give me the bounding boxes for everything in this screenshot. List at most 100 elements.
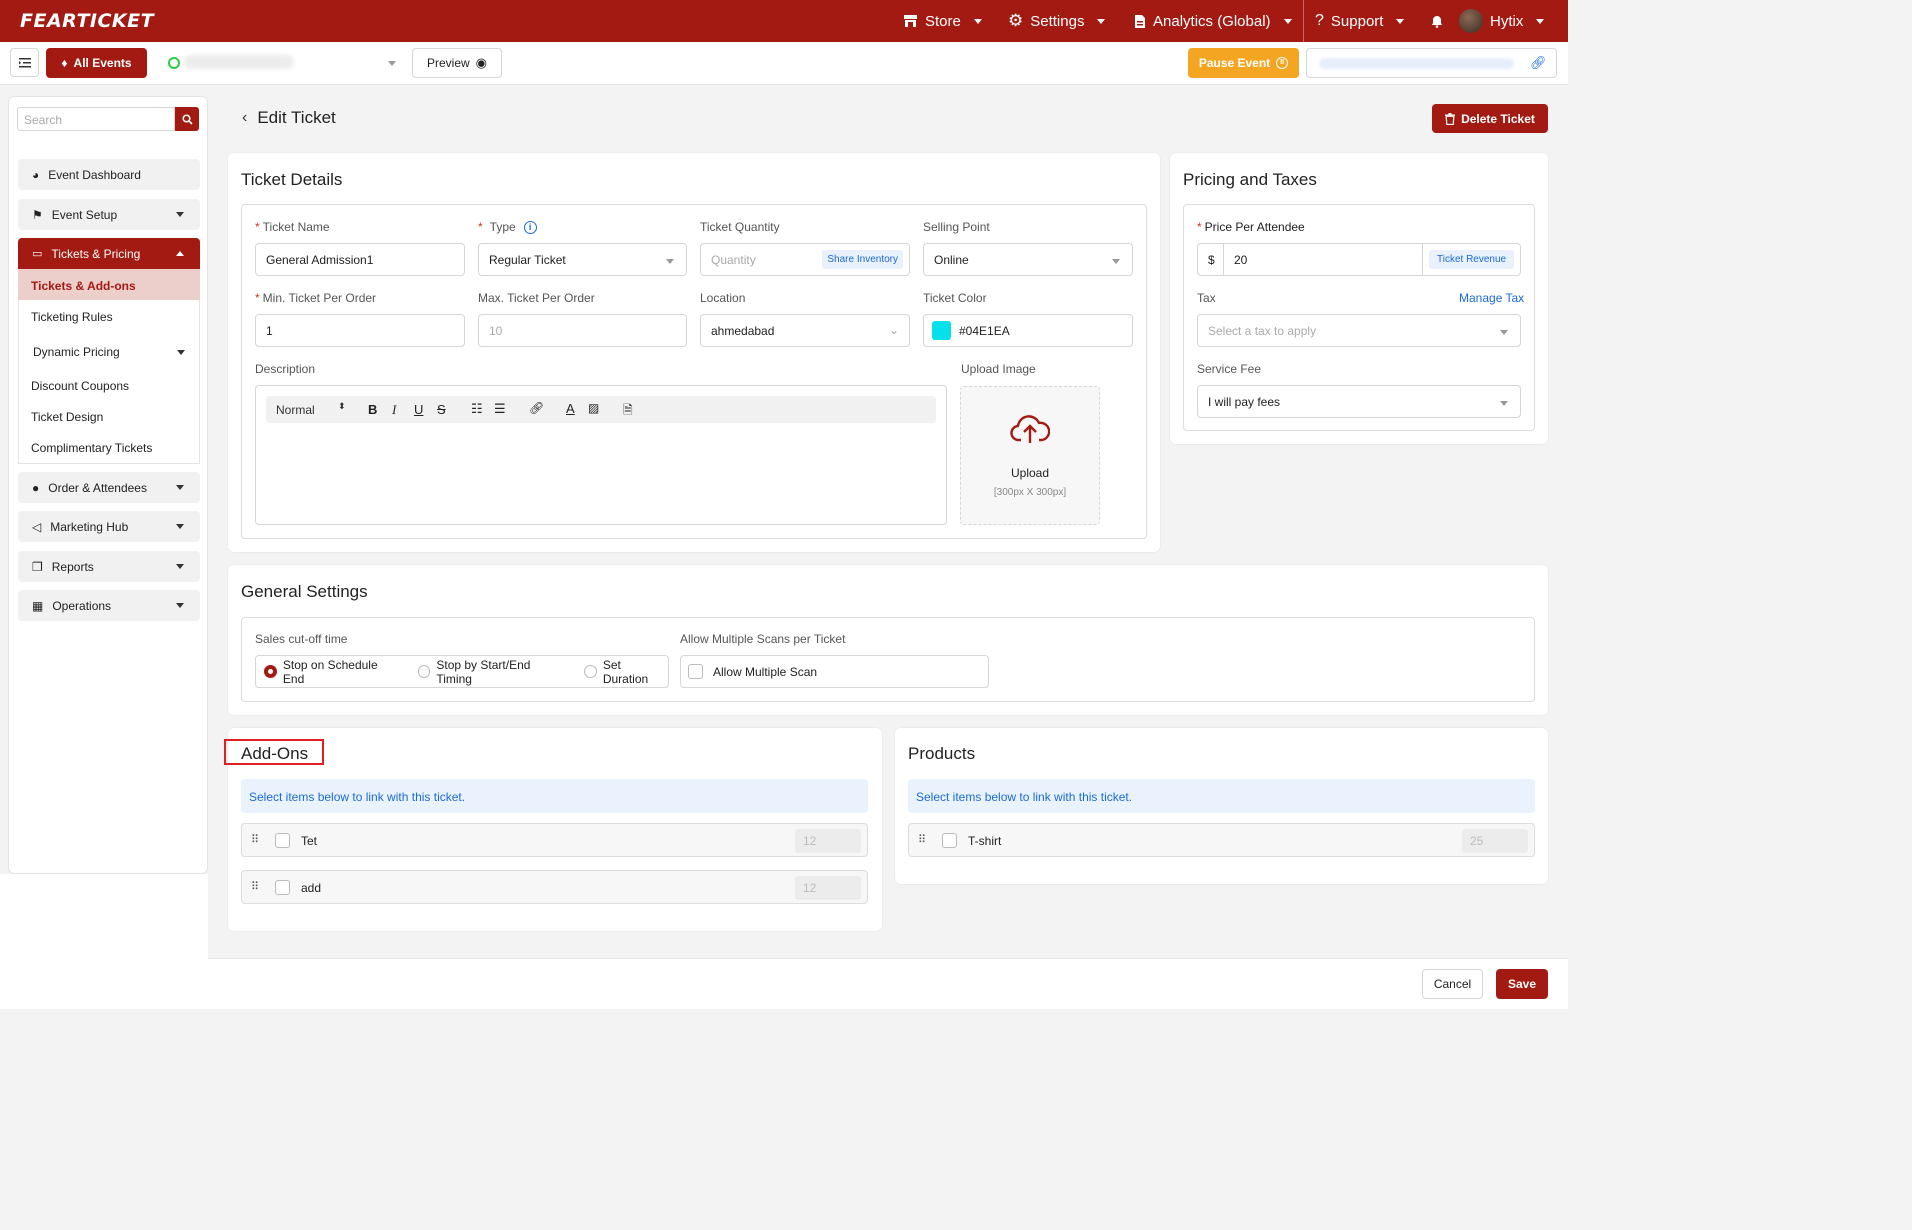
background-color-icon[interactable]: ▨ [588,401,599,415]
chevron-down-icon: ⌄ [888,323,899,337]
italic-icon[interactable]: I [392,402,396,418]
type-select[interactable]: Regular Ticket [478,243,687,276]
pause-event-button[interactable]: Pause Event II [1188,48,1299,78]
multi-scan-option[interactable]: Allow Multiple Scan [680,655,989,688]
sidebar-item-marketing-hub[interactable]: ◁ Marketing Hub [18,511,200,542]
event-selector-value[interactable] [184,55,294,69]
sidebar-toggle-button[interactable] [10,48,39,77]
radio-stop-on-schedule-end[interactable] [264,665,277,678]
save-button[interactable]: Save [1496,969,1548,999]
all-events-button[interactable]: ♦ All Events [46,48,147,78]
nav-analytics[interactable]: Analytics (Global) [1134,0,1292,42]
ticket-revenue-button[interactable]: Ticket Revenue [1429,250,1515,269]
list-item[interactable]: ⠿ Tet 12 [241,823,868,857]
drag-handle-icon[interactable]: ⠿ [251,833,259,846]
nav-store[interactable]: Store [903,0,982,42]
sidebar-item-operations[interactable]: ▦ Operations [18,590,200,621]
format-select-arrows-icon[interactable]: ⬍ [338,401,346,412]
strikethrough-icon[interactable]: S [437,402,446,417]
ticket-color-input[interactable]: #04E1EA [923,314,1133,347]
back-arrow-icon[interactable]: ‹ [242,109,247,127]
upload-dropzone[interactable]: Upload [300px X 300px] [960,386,1100,525]
bold-icon[interactable]: B [368,402,377,417]
eye-icon: ◉ [475,55,488,70]
service-fee-select[interactable]: I will pay fees [1197,385,1521,418]
sidebar-subitem-complimentary-tickets[interactable]: Complimentary Tickets [31,441,152,455]
ordered-list-icon[interactable]: ☷ [471,401,483,417]
list-item[interactable]: ⠿ T-shirt 25 [908,823,1535,857]
nav-support[interactable]: ? Support [1315,0,1405,42]
cancel-button[interactable]: Cancel [1422,969,1483,999]
product-checkbox[interactable] [942,833,957,848]
event-toolbar: ♦ All Events Preview ◉ Pause Event II 🔗︎ [0,42,1568,85]
brand-logo[interactable]: FEARTICKET [20,10,154,32]
trash-icon [1445,112,1456,125]
format-select[interactable]: Normal [276,403,315,417]
manage-tax-link[interactable]: Manage Tax [1459,291,1524,305]
sidebar-bottom-blank [0,874,208,1009]
drag-handle-icon[interactable]: ⠿ [918,833,926,846]
radio-set-duration[interactable] [584,665,597,678]
share-inventory-button[interactable]: Share Inventory [822,250,903,269]
sidebar-subitem-ticket-design[interactable]: Ticket Design [31,410,103,424]
user-menu[interactable]: Hytix [1459,0,1545,42]
sidebar-item-tickets-pricing[interactable]: ▭ Tickets & Pricing [18,238,200,269]
chevron-down-icon [666,259,674,264]
sidebar-item-order-attendees[interactable]: ● Order & Attendees [18,472,200,503]
sidebar-subitem-tickets-addons[interactable]: Tickets & Add-ons [31,279,136,293]
product-quantity-input[interactable]: 25 [1462,829,1528,853]
price-input-group: $ 20 Ticket Revenue [1197,243,1521,276]
sidebar-item-reports[interactable]: ❐ Reports [18,551,200,582]
addon-checkbox[interactable] [275,833,290,848]
upload-text: Upload [1010,466,1050,480]
sidebar-subitem-ticketing-rules[interactable]: Ticketing Rules [31,310,113,324]
list-item[interactable]: ⠿ add 12 [241,870,868,904]
sidebar-subitem-dynamic-pricing[interactable]: Dynamic Pricing [33,345,120,359]
addon-checkbox[interactable] [275,880,290,895]
addon-quantity-input[interactable]: 12 [795,829,861,853]
sidebar-search-button[interactable] [175,107,199,131]
nav-settings[interactable]: ⚙ Settings [1008,0,1106,42]
addon-quantity-input[interactable]: 12 [795,876,861,900]
location-select[interactable]: ahmedabad ⌄ [700,314,910,347]
document-icon [1135,14,1145,28]
link-icon[interactable]: 🔗︎ [529,401,544,415]
bullet-list-icon[interactable]: ☰ [494,401,506,417]
chevron-down-icon [1500,330,1508,335]
delete-ticket-button[interactable]: Delete Ticket [1432,104,1548,133]
color-swatch[interactable] [932,321,951,340]
underline-icon[interactable]: U [414,402,423,417]
info-icon[interactable]: i [523,220,537,234]
ticket-name-input[interactable]: General Admission1 [255,243,465,276]
preview-button[interactable]: Preview ◉ [412,48,502,78]
description-editor[interactable]: Normal ⬍ B I U S ☷ ☰ 🔗︎ A ▨ 🗎︎ [255,385,947,525]
notifications-button[interactable] [1431,0,1443,42]
type-label: * Type i [478,220,537,234]
ticket-icon: ▭ [32,248,43,260]
event-selector-chevron-icon[interactable] [388,61,396,66]
sidebar-subitem-discount-coupons[interactable]: Discount Coupons [31,379,129,393]
event-url-field[interactable]: 🔗︎ [1306,48,1557,78]
chevron-down-icon [1536,18,1545,24]
sidebar-search-input[interactable]: Search [17,107,175,131]
max-ticket-label: Max. Ticket Per Order [478,291,595,305]
text-color-icon[interactable]: A [566,401,575,416]
ticket-quantity-input[interactable]: Quantity Share Inventory [700,243,910,276]
price-input[interactable]: 20 [1234,253,1247,267]
store-icon [904,15,917,27]
chevron-down-icon[interactable] [177,350,185,355]
min-ticket-input[interactable]: 1 [255,314,465,347]
tax-select[interactable]: Select a tax to apply [1197,314,1521,347]
addon-name: add [301,881,322,895]
sidebar-item-event-dashboard[interactable]: ◕ Event Dashboard [18,159,200,190]
drag-handle-icon[interactable]: ⠿ [251,880,259,893]
multi-scan-checkbox[interactable] [688,664,703,679]
sidebar-item-label: Tickets & Pricing [51,246,141,261]
radio-stop-by-start-end-timing[interactable] [417,665,431,678]
max-ticket-input[interactable]: 10 [478,314,687,347]
selling-point-select[interactable]: Online [923,243,1133,276]
sidebar-item-event-setup[interactable]: ⚑ Event Setup [18,199,200,230]
link-icon[interactable]: 🔗︎ [1530,55,1547,71]
clear-format-icon[interactable]: 🗎︎ [623,401,633,422]
chevron-down-icon [1097,18,1106,24]
